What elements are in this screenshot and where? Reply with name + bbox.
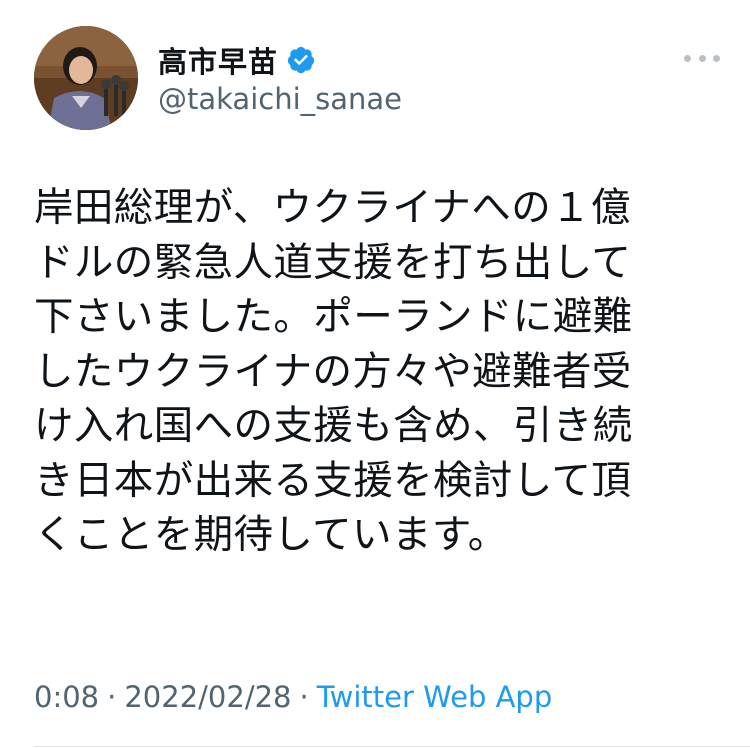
profile-photo (34, 26, 138, 130)
tweet-text: 岸田総理が、ウクライナへの１億 ドルの緊急人道支援を打ち出して 下さいました。ポ… (34, 185, 633, 558)
author-name-row[interactable]: 高市早苗 (158, 40, 316, 80)
more-dot (684, 54, 691, 62)
tweet-date[interactable]: 2022/02/28 (124, 680, 291, 714)
display-name[interactable]: 高市早苗 (158, 39, 278, 81)
more-options-icon[interactable] (684, 48, 720, 68)
more-dot (713, 54, 720, 62)
divider (34, 746, 750, 747)
avatar[interactable] (34, 26, 138, 130)
verified-badge-icon (287, 46, 315, 74)
more-dot (698, 54, 706, 62)
meta-separator: · (299, 680, 309, 714)
tweet-source-link[interactable]: Twitter Web App (317, 680, 553, 714)
tweet-metadata: 0:08 · 2022/02/28 · Twitter Web App (34, 680, 552, 714)
user-handle[interactable]: @takaichi_sanae (158, 82, 402, 116)
meta-separator: · (107, 680, 117, 714)
tweet-time[interactable]: 0:08 (34, 680, 99, 714)
